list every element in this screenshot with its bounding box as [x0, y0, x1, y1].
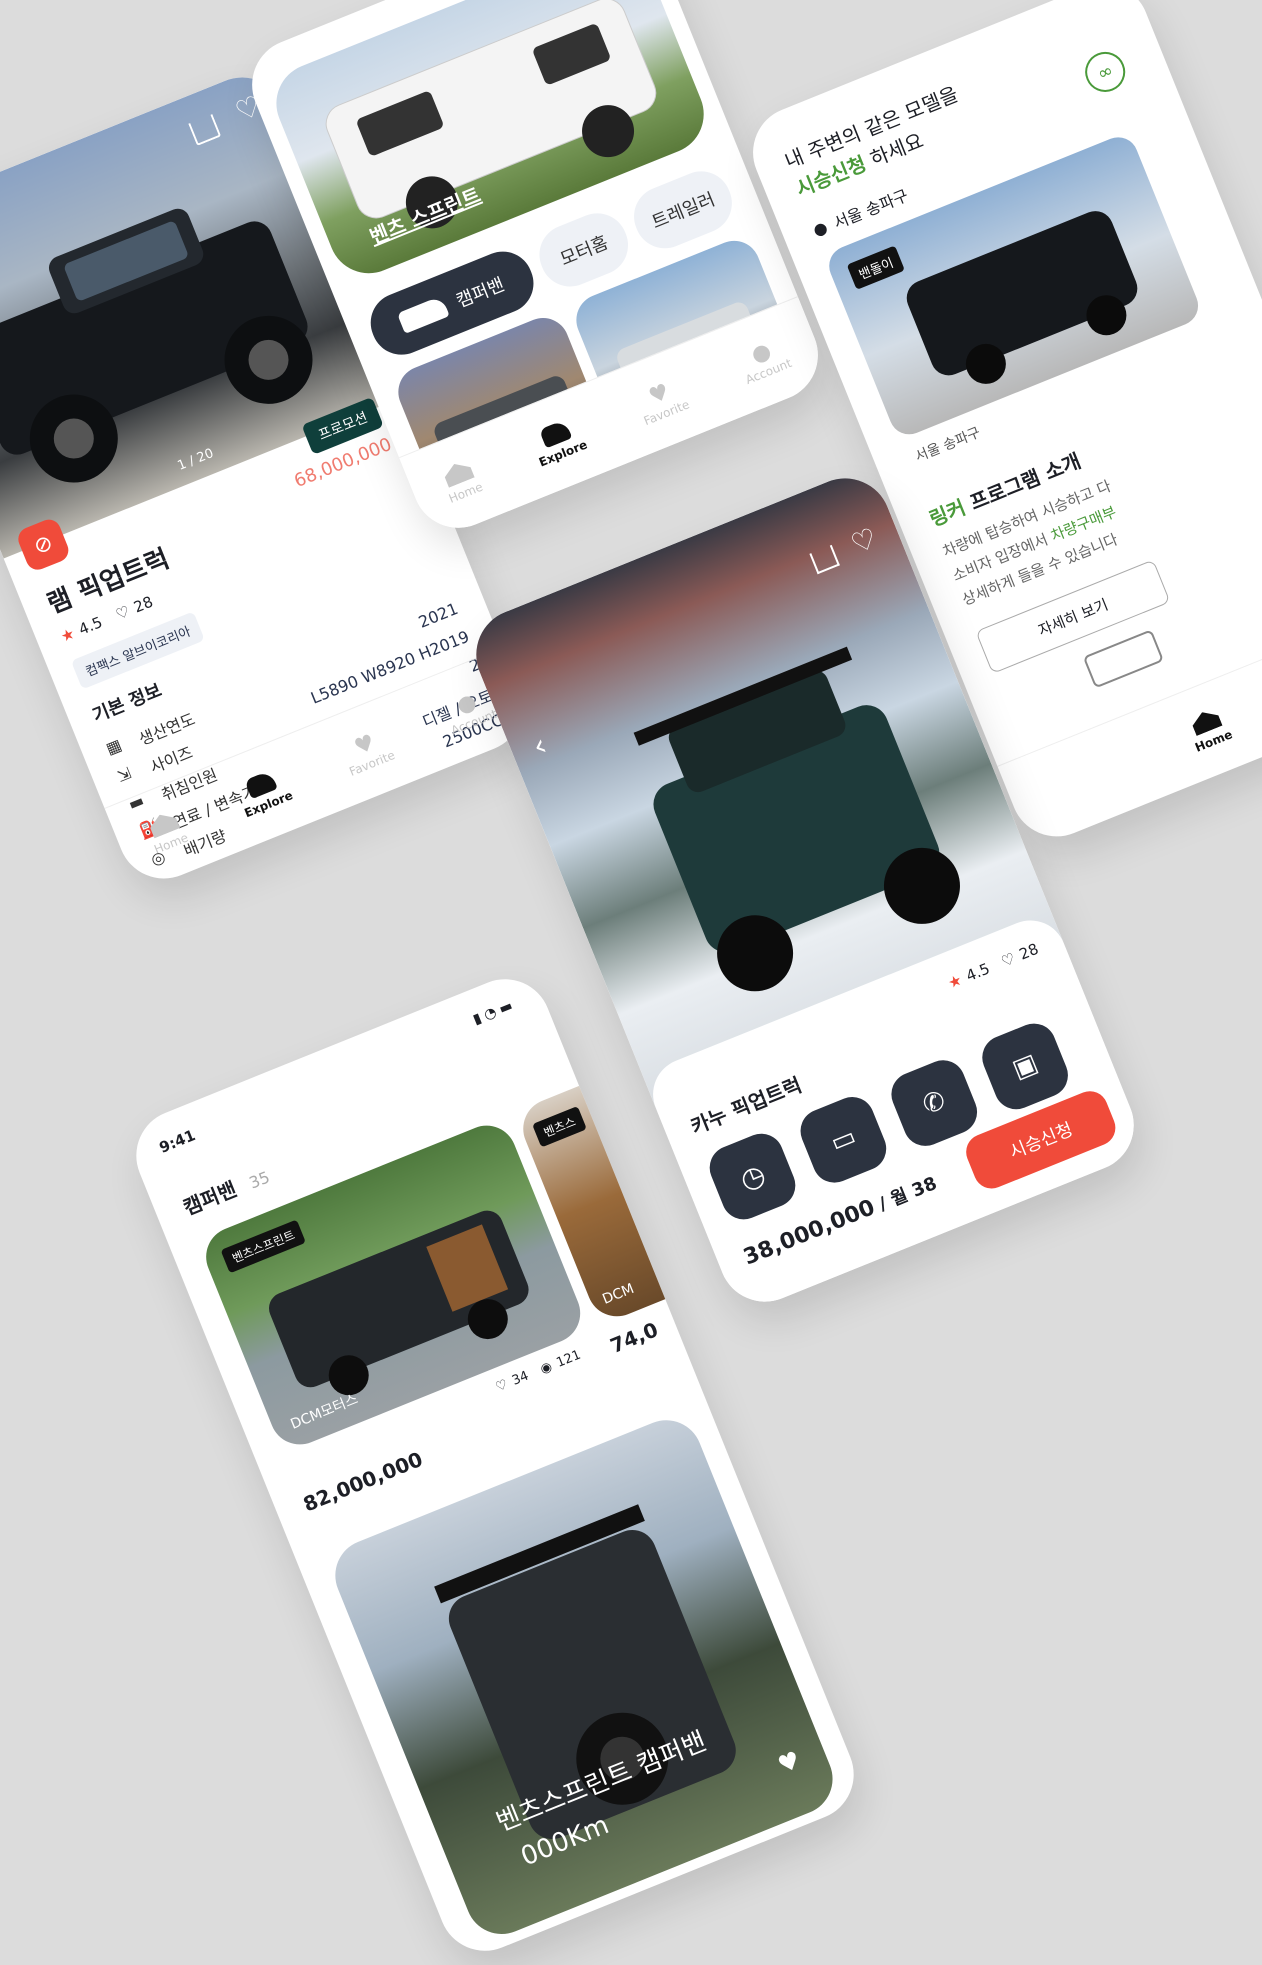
ram-rating: 4.5	[76, 613, 106, 639]
item1-price: 82,000,000	[299, 1446, 427, 1517]
nav-favorite[interactable]: ♥ Favorite	[338, 724, 397, 779]
star-icon: ★	[58, 624, 78, 646]
van-photo[interactable]: 밴돌이	[823, 131, 1205, 441]
canoo-rating-row: ★ 4.5 ♡ 28	[945, 940, 1041, 993]
canoo-title: 카누 픽업트럭	[687, 1072, 806, 1139]
status-icons: ▮◔▬	[471, 996, 519, 1028]
nav-explore[interactable]: Explore	[528, 415, 589, 470]
clock-icon: ◷	[735, 1156, 771, 1197]
van-icon	[397, 295, 450, 334]
category-title: 캠퍼밴	[179, 1176, 241, 1220]
adventure-van-illustration	[434, 1504, 736, 1840]
nav-account[interactable]: ● Account	[734, 332, 793, 387]
test-drive-button[interactable]: 시승신청	[960, 1085, 1121, 1194]
category-camper-van-label: 캠퍼밴	[453, 274, 508, 313]
program-brand: 링커	[925, 495, 969, 532]
item1-likes: 34	[509, 1368, 531, 1389]
ticket-icon: ▭	[826, 1121, 861, 1159]
link-icon[interactable]: ∞	[1079, 45, 1132, 98]
eye-icon: ◉	[538, 1359, 555, 1378]
resize-icon: ⇲	[114, 763, 134, 786]
list-item-3-photo[interactable]: 벤츠스프린트 캠퍼밴 000Km ♥	[324, 1409, 844, 1945]
item2-tag: 벤츠스	[532, 1105, 587, 1148]
schedule-button[interactable]: ◷	[703, 1127, 802, 1226]
list-header: 캠퍼밴 35	[178, 1160, 273, 1221]
category-motorhome[interactable]: 모터홈	[530, 204, 638, 296]
canoo-monthly: / 월 38	[875, 1172, 941, 1216]
nav-home[interactable]: Home	[143, 808, 190, 857]
heart-outline-icon: ♡	[493, 1377, 511, 1396]
phone-icon: ✆	[918, 1085, 950, 1122]
star-icon: ★	[945, 970, 965, 993]
heart-outline-icon: ♡	[113, 602, 133, 624]
pin-icon: ●	[809, 216, 830, 240]
item2-dealer: DCM	[600, 1280, 637, 1308]
calendar-icon: ▦	[103, 734, 125, 759]
status-time: 9:41	[156, 1126, 198, 1157]
call-button[interactable]: ✆	[884, 1053, 984, 1153]
category-count: 35	[246, 1167, 273, 1193]
ram-likes: 28	[131, 592, 156, 617]
item1-views: 121	[554, 1347, 584, 1371]
item2-price: 74,0	[606, 1317, 662, 1358]
nav-home[interactable]: Home	[1184, 705, 1234, 755]
wallet-icon: ▣	[1008, 1047, 1043, 1085]
nav-home[interactable]: Home	[438, 457, 485, 506]
ticket-button[interactable]: ▭	[793, 1090, 893, 1190]
spec-value: 2021	[415, 598, 461, 632]
canoo-likes: 28	[1016, 939, 1042, 964]
nav-favorite[interactable]: ♥ Favorite	[632, 374, 692, 428]
heart-outline-icon: ♡	[998, 949, 1018, 971]
rv-outline-icon	[1082, 629, 1165, 689]
canoo-rating: 4.5	[963, 959, 993, 986]
nav-explore[interactable]: Explore	[233, 766, 295, 820]
black-van-illustration	[906, 211, 1138, 384]
